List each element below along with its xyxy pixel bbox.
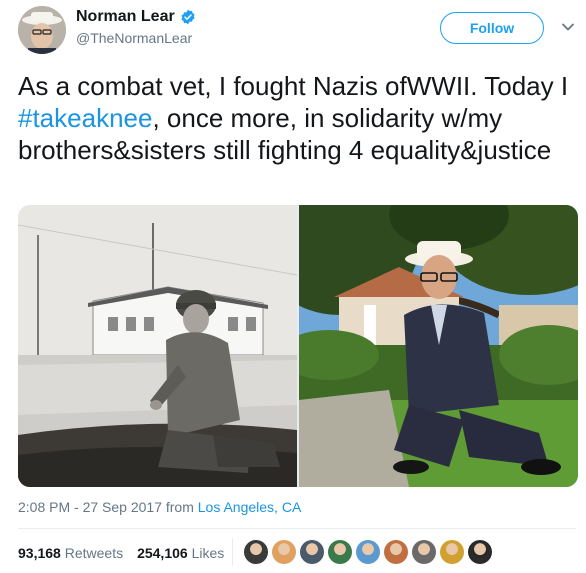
tweet-media bbox=[18, 205, 578, 487]
chevron-down-icon[interactable] bbox=[561, 20, 575, 34]
divider bbox=[18, 528, 576, 529]
follow-button[interactable]: Follow bbox=[440, 12, 544, 44]
retweets-stat[interactable]: 93,168 Retweets bbox=[18, 545, 123, 561]
liker-avatars bbox=[244, 540, 492, 564]
liker-avatar[interactable] bbox=[384, 540, 408, 564]
hashtag-link[interactable]: #takeaknee bbox=[18, 103, 152, 133]
likes-count: 254,106 bbox=[137, 545, 188, 561]
author-avatar[interactable] bbox=[18, 6, 66, 54]
stats-separator bbox=[232, 538, 233, 566]
likes-label: Likes bbox=[191, 545, 225, 561]
tweet-text-before: As a combat vet, I fought Nazis ofWWII. … bbox=[18, 71, 569, 101]
liker-avatar[interactable] bbox=[300, 540, 324, 564]
liker-avatar[interactable] bbox=[328, 540, 352, 564]
vintage-soldier-photo bbox=[18, 205, 297, 487]
author-name[interactable]: Norman Lear bbox=[76, 8, 196, 26]
liker-avatar[interactable] bbox=[244, 540, 268, 564]
likes-stat[interactable]: 254,106 Likes bbox=[137, 545, 224, 561]
retweets-count: 93,168 bbox=[18, 545, 61, 561]
liker-avatar[interactable] bbox=[468, 540, 492, 564]
tweet-stats: 93,168 Retweets 254,106 Likes bbox=[18, 545, 224, 561]
tweet-timestamp: 2:08 PM - 27 Sep 2017 from Los Angeles, … bbox=[18, 499, 301, 515]
tweet-location-link[interactable]: Los Angeles, CA bbox=[198, 499, 302, 515]
liker-avatar[interactable] bbox=[440, 540, 464, 564]
liker-avatar[interactable] bbox=[356, 540, 380, 564]
media-photo-2[interactable] bbox=[299, 205, 578, 487]
author-handle[interactable]: @TheNormanLear bbox=[76, 30, 192, 46]
retweets-label: Retweets bbox=[64, 545, 124, 561]
tweet-time[interactable]: 2:08 PM - 27 Sep 2017 from bbox=[18, 499, 198, 515]
modern-kneeling-photo bbox=[299, 205, 578, 487]
liker-avatar[interactable] bbox=[272, 540, 296, 564]
media-photo-1[interactable] bbox=[18, 205, 297, 487]
liker-avatar[interactable] bbox=[412, 540, 436, 564]
tweet-text: As a combat vet, I fought Nazis ofWWII. … bbox=[18, 70, 574, 166]
author-name-text: Norman Lear bbox=[76, 8, 175, 25]
verified-badge-icon bbox=[181, 9, 195, 25]
hat-person-avatar-icon bbox=[18, 6, 66, 54]
